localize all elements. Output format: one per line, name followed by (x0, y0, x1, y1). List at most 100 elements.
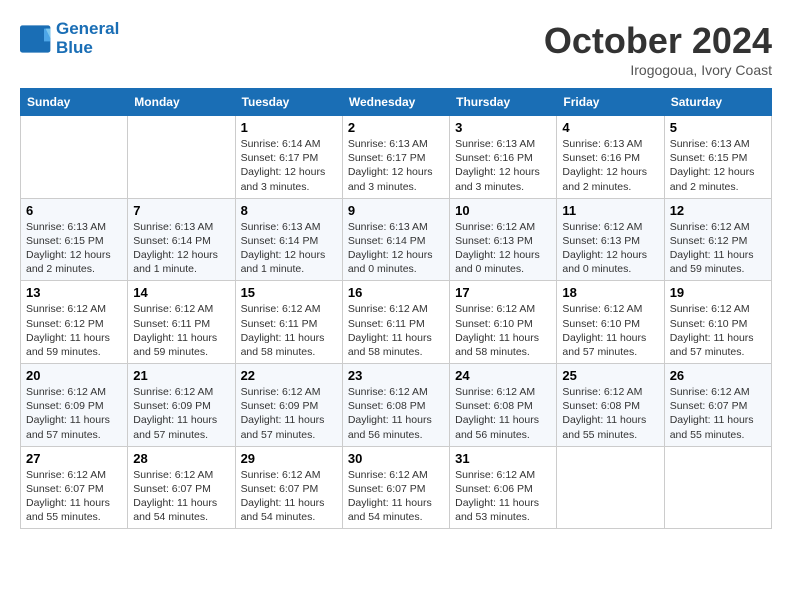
day-number: 5 (670, 120, 766, 135)
day-number: 28 (133, 451, 229, 466)
month-title: October 2024 (544, 20, 772, 62)
calendar-cell: 9 Sunrise: 6:13 AM Sunset: 6:14 PM Daylig… (342, 198, 449, 281)
weekday-header-saturday: Saturday (664, 89, 771, 116)
day-info: Sunrise: 6:12 AM Sunset: 6:09 PM Dayligh… (133, 385, 229, 442)
page-header: General Blue October 2024 Irogogoua, Ivo… (20, 20, 772, 78)
calendar-cell: 28 Sunrise: 6:12 AM Sunset: 6:07 PM Dayli… (128, 446, 235, 529)
day-number: 20 (26, 368, 122, 383)
day-number: 22 (241, 368, 337, 383)
calendar-cell: 29 Sunrise: 6:12 AM Sunset: 6:07 PM Dayli… (235, 446, 342, 529)
day-info: Sunrise: 6:12 AM Sunset: 6:10 PM Dayligh… (455, 302, 551, 359)
calendar-table: SundayMondayTuesdayWednesdayThursdayFrid… (20, 88, 772, 529)
day-number: 9 (348, 203, 444, 218)
calendar-cell (21, 116, 128, 199)
day-info: Sunrise: 6:14 AM Sunset: 6:17 PM Dayligh… (241, 137, 337, 194)
weekday-header-monday: Monday (128, 89, 235, 116)
day-info: Sunrise: 6:12 AM Sunset: 6:07 PM Dayligh… (348, 468, 444, 525)
calendar-cell: 23 Sunrise: 6:12 AM Sunset: 6:08 PM Dayli… (342, 364, 449, 447)
calendar-cell (664, 446, 771, 529)
day-info: Sunrise: 6:13 AM Sunset: 6:14 PM Dayligh… (133, 220, 229, 277)
calendar-cell: 12 Sunrise: 6:12 AM Sunset: 6:12 PM Dayli… (664, 198, 771, 281)
calendar-week-row: 27Sunrise: 6:12 AM Sunset: 6:07 PM Dayli… (21, 446, 772, 529)
day-number: 8 (241, 203, 337, 218)
calendar-week-row: 6 Sunrise: 6:13 AM Sunset: 6:15 PM Daylig… (21, 198, 772, 281)
calendar-cell: 17 Sunrise: 6:12 AM Sunset: 6:10 PM Dayli… (450, 281, 557, 364)
day-number: 14 (133, 285, 229, 300)
day-number: 16 (348, 285, 444, 300)
day-number: 2 (348, 120, 444, 135)
day-number: 18 (562, 285, 658, 300)
day-number: 7 (133, 203, 229, 218)
calendar-cell: 22 Sunrise: 6:12 AM Sunset: 6:09 PM Dayli… (235, 364, 342, 447)
calendar-cell: 31 Sunrise: 6:12 AM Sunset: 6:06 PM Dayli… (450, 446, 557, 529)
calendar-cell: 2 Sunrise: 6:13 AM Sunset: 6:17 PM Daylig… (342, 116, 449, 199)
day-info: Sunrise: 6:13 AM Sunset: 6:14 PM Dayligh… (348, 220, 444, 277)
weekday-header-sunday: Sunday (21, 89, 128, 116)
calendar-cell: 8 Sunrise: 6:13 AM Sunset: 6:14 PM Daylig… (235, 198, 342, 281)
day-info: Sunrise: 6:13 AM Sunset: 6:16 PM Dayligh… (562, 137, 658, 194)
calendar-cell (557, 446, 664, 529)
day-info: Sunrise: 6:12 AM Sunset: 6:10 PM Dayligh… (670, 302, 766, 359)
day-info: Sunrise: 6:12 AM Sunset: 6:11 PM Dayligh… (133, 302, 229, 359)
calendar-cell: 26Sunrise: 6:12 AM Sunset: 6:07 PM Dayli… (664, 364, 771, 447)
calendar-cell: 30 Sunrise: 6:12 AM Sunset: 6:07 PM Dayli… (342, 446, 449, 529)
day-number: 13 (26, 285, 122, 300)
calendar-cell: 11 Sunrise: 6:12 AM Sunset: 6:13 PM Dayli… (557, 198, 664, 281)
calendar-cell: 21 Sunrise: 6:12 AM Sunset: 6:09 PM Dayli… (128, 364, 235, 447)
weekday-header-wednesday: Wednesday (342, 89, 449, 116)
day-info: Sunrise: 6:12 AM Sunset: 6:08 PM Dayligh… (348, 385, 444, 442)
day-number: 31 (455, 451, 551, 466)
day-info: Sunrise: 6:12 AM Sunset: 6:09 PM Dayligh… (241, 385, 337, 442)
logo: General Blue (20, 20, 119, 57)
day-number: 19 (670, 285, 766, 300)
day-number: 24 (455, 368, 551, 383)
calendar-cell: 25Sunrise: 6:12 AM Sunset: 6:08 PM Dayli… (557, 364, 664, 447)
day-number: 1 (241, 120, 337, 135)
day-info: Sunrise: 6:12 AM Sunset: 6:07 PM Dayligh… (133, 468, 229, 525)
day-number: 10 (455, 203, 551, 218)
day-info: Sunrise: 6:12 AM Sunset: 6:08 PM Dayligh… (562, 385, 658, 442)
calendar-cell: 15 Sunrise: 6:12 AM Sunset: 6:11 PM Dayli… (235, 281, 342, 364)
title-block: October 2024 Irogogoua, Ivory Coast (544, 20, 772, 78)
calendar-cell: 19 Sunrise: 6:12 AM Sunset: 6:10 PM Dayli… (664, 281, 771, 364)
calendar-cell: 10 Sunrise: 6:12 AM Sunset: 6:13 PM Dayli… (450, 198, 557, 281)
day-info: Sunrise: 6:13 AM Sunset: 6:15 PM Dayligh… (26, 220, 122, 277)
day-number: 11 (562, 203, 658, 218)
calendar-cell: 20 Sunrise: 6:12 AM Sunset: 6:09 PM Dayli… (21, 364, 128, 447)
day-info: Sunrise: 6:12 AM Sunset: 6:11 PM Dayligh… (348, 302, 444, 359)
day-info: Sunrise: 6:12 AM Sunset: 6:12 PM Dayligh… (26, 302, 122, 359)
day-info: Sunrise: 6:13 AM Sunset: 6:17 PM Dayligh… (348, 137, 444, 194)
day-number: 3 (455, 120, 551, 135)
day-number: 17 (455, 285, 551, 300)
weekday-header-tuesday: Tuesday (235, 89, 342, 116)
day-number: 21 (133, 368, 229, 383)
day-number: 15 (241, 285, 337, 300)
day-info: Sunrise: 6:12 AM Sunset: 6:12 PM Dayligh… (670, 220, 766, 277)
day-info: Sunrise: 6:12 AM Sunset: 6:11 PM Dayligh… (241, 302, 337, 359)
calendar-cell: 3 Sunrise: 6:13 AM Sunset: 6:16 PM Daylig… (450, 116, 557, 199)
day-number: 29 (241, 451, 337, 466)
day-info: Sunrise: 6:12 AM Sunset: 6:10 PM Dayligh… (562, 302, 658, 359)
calendar-cell: 13 Sunrise: 6:12 AM Sunset: 6:12 PM Dayli… (21, 281, 128, 364)
location-subtitle: Irogogoua, Ivory Coast (544, 62, 772, 78)
calendar-cell: 6 Sunrise: 6:13 AM Sunset: 6:15 PM Daylig… (21, 198, 128, 281)
day-number: 23 (348, 368, 444, 383)
day-number: 6 (26, 203, 122, 218)
day-number: 30 (348, 451, 444, 466)
day-number: 12 (670, 203, 766, 218)
day-info: Sunrise: 6:13 AM Sunset: 6:14 PM Dayligh… (241, 220, 337, 277)
day-info: Sunrise: 6:12 AM Sunset: 6:06 PM Dayligh… (455, 468, 551, 525)
day-info: Sunrise: 6:12 AM Sunset: 6:07 PM Dayligh… (26, 468, 122, 525)
day-info: Sunrise: 6:12 AM Sunset: 6:09 PM Dayligh… (26, 385, 122, 442)
calendar-cell: 14 Sunrise: 6:12 AM Sunset: 6:11 PM Dayli… (128, 281, 235, 364)
calendar-week-row: 13 Sunrise: 6:12 AM Sunset: 6:12 PM Dayli… (21, 281, 772, 364)
weekday-header-row: SundayMondayTuesdayWednesdayThursdayFrid… (21, 89, 772, 116)
day-info: Sunrise: 6:12 AM Sunset: 6:13 PM Dayligh… (562, 220, 658, 277)
weekday-header-friday: Friday (557, 89, 664, 116)
logo-text-general: General (56, 20, 119, 39)
day-info: Sunrise: 6:12 AM Sunset: 6:13 PM Dayligh… (455, 220, 551, 277)
day-info: Sunrise: 6:12 AM Sunset: 6:07 PM Dayligh… (241, 468, 337, 525)
calendar-cell: 18 Sunrise: 6:12 AM Sunset: 6:10 PM Dayli… (557, 281, 664, 364)
logo-text-blue: Blue (56, 39, 119, 58)
day-info: Sunrise: 6:13 AM Sunset: 6:16 PM Dayligh… (455, 137, 551, 194)
